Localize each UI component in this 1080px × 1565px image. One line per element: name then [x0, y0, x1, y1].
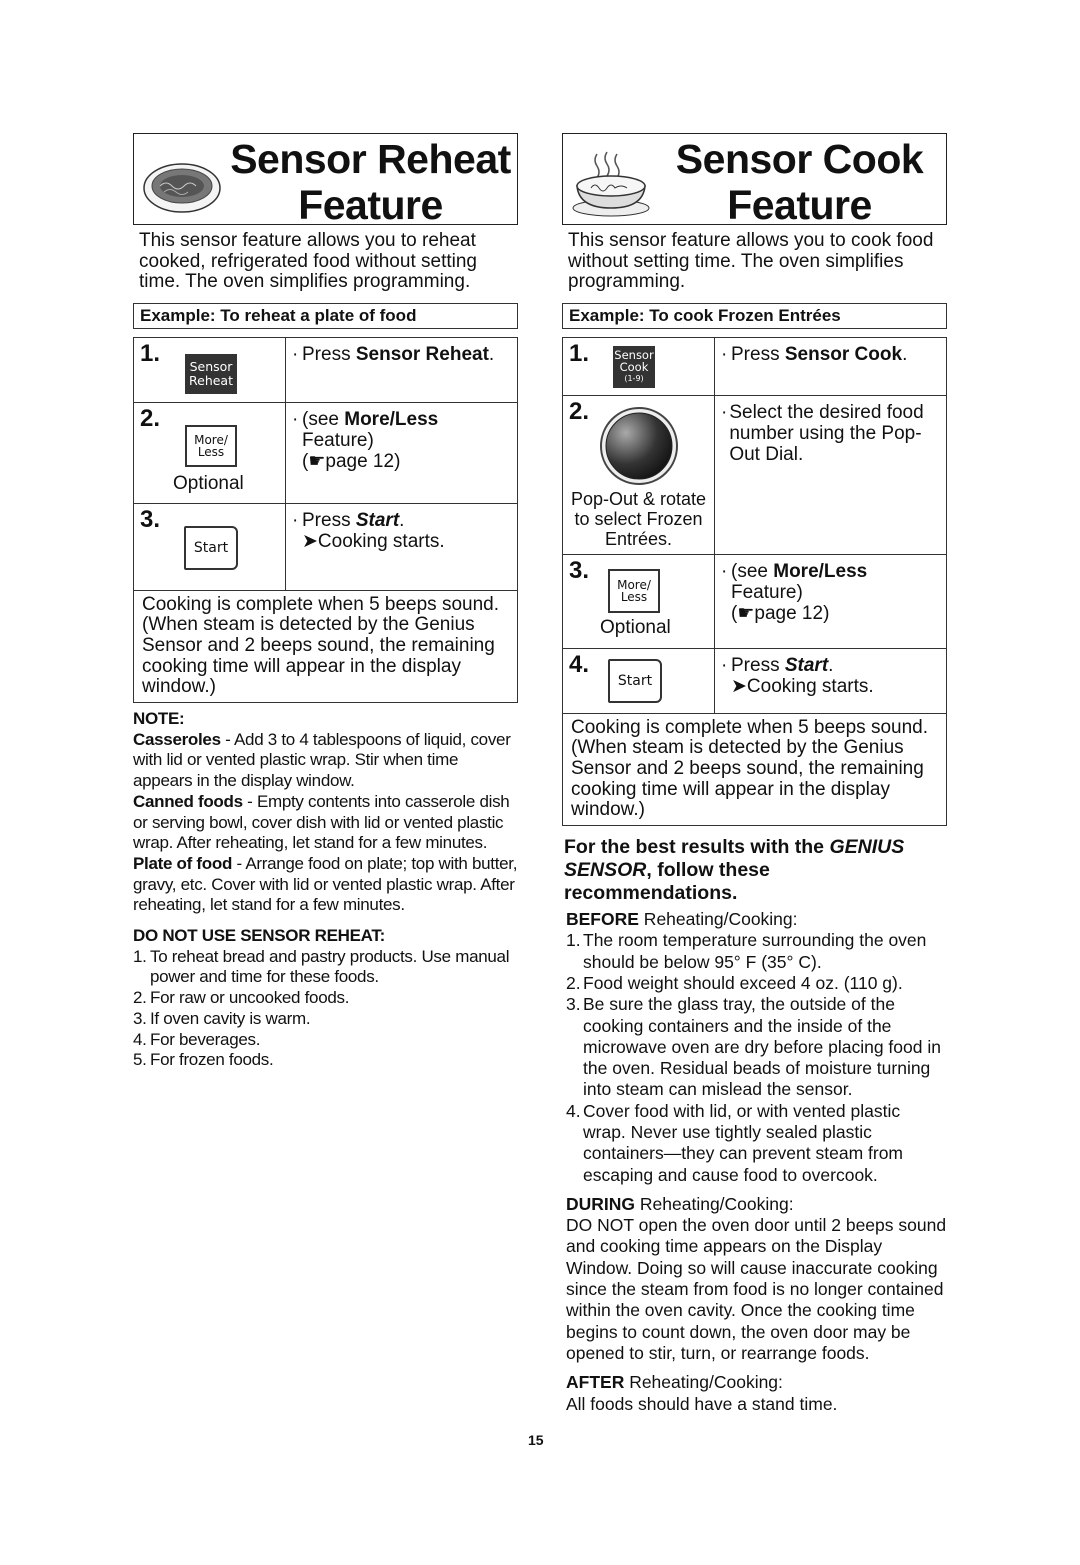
arrow-icon: ➤	[731, 675, 747, 697]
soup-bowl-icon	[572, 151, 650, 217]
more-less-button[interactable]: More/Less	[608, 568, 660, 613]
page-reference[interactable]: page 12	[325, 451, 394, 472]
step-number: 2.	[140, 404, 161, 432]
step-number: 2.	[569, 397, 590, 425]
steps-table: 1. Sensor Cook (1-9) · Press Sensor Cook. 2…	[562, 336, 947, 827]
title-line-2: Feature	[727, 182, 872, 228]
example-heading: Example: To reheat a plate of food	[133, 302, 518, 329]
step-instruction: · (see More/Less Feature) (☛page 12)	[721, 560, 868, 624]
intro-text: This sensor feature allows you to cook f…	[568, 230, 934, 292]
optional-label: Optional	[600, 616, 671, 638]
step-number: 1.	[140, 339, 161, 367]
step-number: 3.	[569, 556, 590, 584]
list-item: 3. Be sure the glass tray, the outside of…	[566, 994, 941, 1100]
step-instruction: · Press Sensor Reheat.	[292, 343, 495, 365]
sensor-cook-column: Sensor Cook Feature This sensor feature …	[562, 133, 947, 1415]
pointing-hand-icon: ☛	[737, 602, 755, 624]
note-heading: NOTE:	[133, 709, 185, 729]
optional-label: Optional	[173, 472, 244, 494]
before-heading: BEFORE Reheating/Cooking:	[566, 909, 798, 930]
more-less-button[interactable]: More/Less	[185, 424, 237, 467]
step-3: 3. More/Less Optional · (see More/Less Fe…	[563, 554, 946, 649]
note-item: Casseroles - Add 3 to 4 tablespoons of l…	[133, 729, 511, 791]
list-item: 2. For raw or uncooked foods.	[133, 988, 350, 1008]
recommendations-heading: For the best results with the GENIUS SEN…	[564, 836, 905, 905]
sensor-cook-button[interactable]: Sensor Cook (1-9)	[613, 345, 655, 388]
sensor-reheat-column: Sensor Reheat Feature This sensor featur…	[133, 133, 518, 1071]
before-list: 1. The room temperature surrounding the o…	[566, 930, 947, 1186]
step-3: 3. Start · Press Start. ➤Cooking starts.	[134, 503, 517, 591]
step-number: 4.	[569, 650, 590, 678]
steps-table: 1. Sensor Reheat · Press Sensor Reheat. 2.…	[133, 336, 518, 704]
list-item: 2. Food weight should exceed 4 oz. (110 g…	[566, 972, 903, 993]
step-2: 2. Pop-Out & rotate to select Frozen Ent…	[563, 395, 946, 555]
step-1: 1. Sensor Reheat · Press Sensor Reheat.	[134, 337, 517, 403]
step-number: 1.	[569, 339, 590, 367]
completion-note: Cooking is complete when 5 beeps sound. …	[142, 593, 500, 698]
step-instruction: · (see More/Less Feature) (☛page 12)	[292, 408, 439, 472]
intro-text: This sensor feature allows you to reheat…	[139, 230, 477, 292]
list-item: 1. To reheat bread and pastry products. U…	[133, 946, 510, 987]
during-heading: DURING Reheating/Cooking:	[566, 1193, 794, 1214]
do-not-use-section: DO NOT USE SENSOR REHEAT: 1. To reheat br…	[133, 926, 518, 1071]
step-2: 2. More/Less Optional · (see More/Less Fe…	[134, 402, 517, 504]
start-button[interactable]: Start	[608, 658, 662, 703]
step-number: 3.	[140, 505, 161, 533]
sensor-cook-title-box: Sensor Cook Feature	[562, 133, 947, 228]
step-instruction: · Press Start. ➤Cooking starts.	[292, 509, 445, 552]
after-heading: AFTER Reheating/Cooking:	[566, 1372, 783, 1393]
list-item: 5. For frozen foods.	[133, 1050, 274, 1070]
start-button[interactable]: Start	[184, 525, 238, 570]
step-instruction: · Press Sensor Cook.	[721, 343, 908, 365]
example-heading: Example: To cook Frozen Entrées	[562, 302, 947, 329]
pointing-hand-icon: ☛	[308, 450, 326, 472]
note-item: Plate of food - Arrange food on plate; t…	[133, 853, 518, 915]
after-text: All foods should have a stand time.	[566, 1393, 838, 1414]
sensor-reheat-title-box: Sensor Reheat Feature	[133, 133, 518, 228]
arrow-icon: ➤	[302, 530, 318, 552]
list-item: 4. For beverages.	[133, 1029, 261, 1049]
dial-caption: Pop-Out & rotate to select Frozen Entrée…	[570, 488, 707, 549]
sensor-reheat-button[interactable]: Sensor Reheat	[185, 353, 237, 394]
list-item: 4. Cover food with lid, or with vented pl…	[566, 1100, 904, 1185]
page-reference[interactable]: page 12	[754, 603, 823, 624]
completion-note: Cooking is complete when 5 beeps sound. …	[571, 716, 929, 821]
recommendations: BEFORE Reheating/Cooking: 1. The room tem…	[562, 909, 947, 1415]
title-line-1: Sensor Reheat	[230, 136, 511, 182]
during-text: DO NOT open the oven door until 2 beeps …	[566, 1215, 947, 1363]
step-4: 4. Start · Press Start. ➤Cooking starts.	[563, 648, 946, 714]
title-line-1: Sensor Cook	[675, 136, 924, 182]
title-line-2: Feature	[298, 182, 443, 228]
step-1: 1. Sensor Cook (1-9) · Press Sensor Cook.	[563, 337, 946, 396]
step-instruction: · Select the desired food number using th…	[721, 401, 924, 465]
note-item: Canned foods - Empty contents into casse…	[133, 791, 510, 853]
do-not-use-heading: DO NOT USE SENSOR REHEAT:	[133, 926, 385, 946]
page-number: 15	[528, 1432, 544, 1448]
step-instruction: · Press Start. ➤Cooking starts.	[721, 654, 874, 697]
list-item: 3. If oven cavity is warm.	[133, 1008, 311, 1028]
list-item: 1. The room temperature surrounding the o…	[566, 930, 927, 972]
note-section: NOTE: Casseroles - Add 3 to 4 tablespoon…	[133, 709, 518, 1071]
plate-of-food-icon	[143, 163, 221, 213]
pop-out-dial[interactable]	[599, 406, 679, 486]
